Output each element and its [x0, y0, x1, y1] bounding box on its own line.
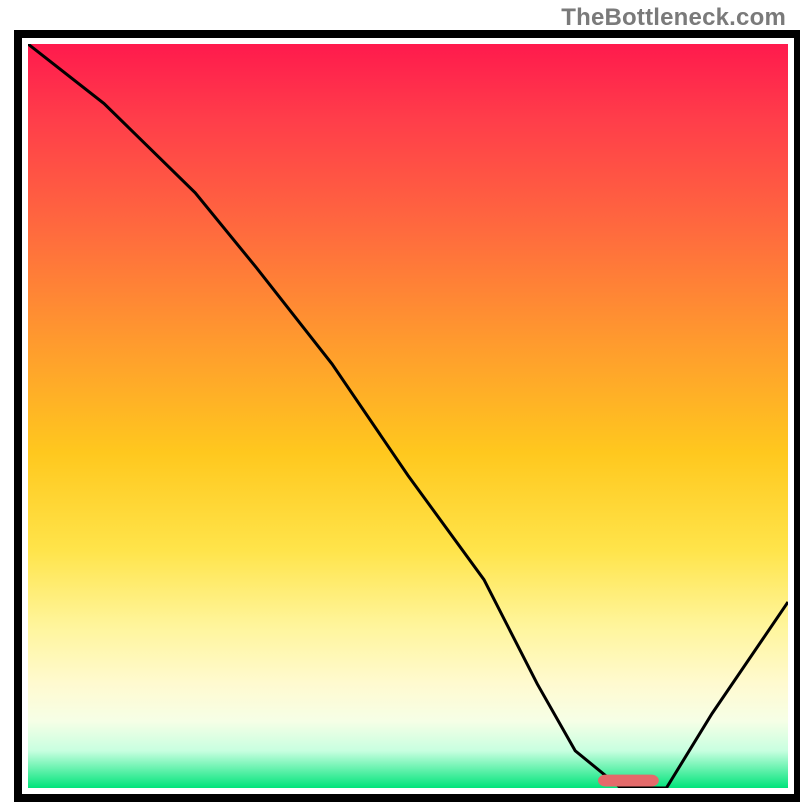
chart-gradient-background: [28, 44, 788, 788]
watermark-text: TheBottleneck.com: [561, 4, 786, 32]
chart-stage: TheBottleneck.com: [0, 0, 800, 800]
chart-frame: [14, 30, 800, 802]
